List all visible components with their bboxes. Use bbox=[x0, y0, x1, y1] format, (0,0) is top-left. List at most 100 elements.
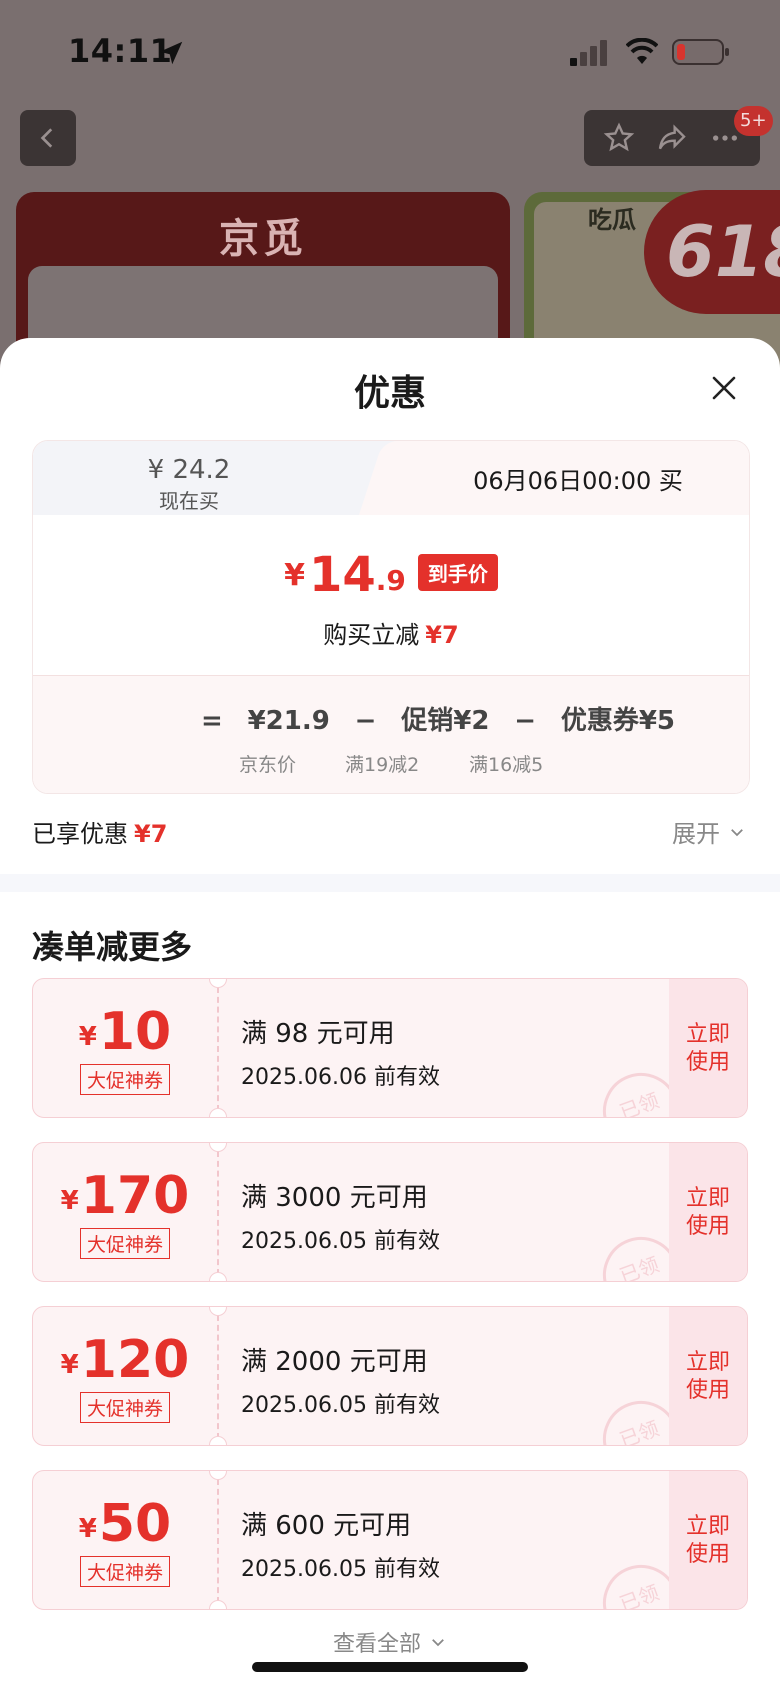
coupon-validity: 2025.06.05 前有效 bbox=[241, 1229, 440, 1254]
coupon-notch bbox=[209, 1108, 227, 1117]
now-label: 现在买 bbox=[159, 489, 219, 513]
coupon-condition: 满 2000 元可用 bbox=[241, 1347, 428, 1377]
coupon-validity: 2025.06.06 前有效 bbox=[241, 1065, 440, 1090]
coupon-card: ¥ 120 大促神券 满 2000 元可用 2025.06.05 前有效 已领 … bbox=[32, 1306, 748, 1446]
jd-price-label: 京东价 bbox=[239, 754, 297, 776]
enjoyed-discount: 已享优惠 ¥7 bbox=[32, 814, 167, 849]
chevron-down-icon bbox=[432, 1639, 444, 1647]
coupon-condition: 满 3000 元可用 bbox=[241, 1183, 428, 1213]
coupon-type: 大促神券 bbox=[79, 1227, 170, 1259]
coupon-amount: ¥ 170 bbox=[61, 1168, 190, 1224]
home-indicator[interactable] bbox=[252, 1662, 528, 1672]
instant-cut-label: 购买立减 bbox=[323, 621, 420, 649]
section-divider bbox=[0, 874, 780, 892]
chevron-down-icon bbox=[731, 828, 743, 836]
brand-logo: 京觅 bbox=[219, 216, 307, 262]
location-arrow-icon bbox=[159, 41, 183, 65]
discount-sheet: 优惠 ¥ 24.2 现在买 06月06日00:00 买 ¥ 14 .9 到手价 … bbox=[0, 338, 780, 1688]
coupon-separator bbox=[217, 1315, 219, 1439]
cellular-signal-icon bbox=[570, 40, 607, 66]
instant-cut-amount: ¥7 bbox=[425, 621, 459, 649]
final-price: ¥ 14 .9 到手价 bbox=[33, 551, 749, 599]
coupon-notch bbox=[209, 1272, 227, 1281]
coupon-card: ¥ 170 大促神券 满 3000 元可用 2025.06.05 前有效 已领 … bbox=[32, 1142, 748, 1282]
coupon-value: ¥ 170 大促神券 bbox=[33, 1143, 217, 1281]
coupon-amount-value: 120 bbox=[80, 1329, 190, 1390]
coupon-yen: ¥ bbox=[78, 1021, 97, 1052]
formula-jd-price: ¥21.9 bbox=[247, 706, 330, 736]
status-bar: 14:11 bbox=[0, 0, 780, 100]
background-page: 14:11 5+ 京觅 吃瓜 61 bbox=[0, 0, 780, 386]
enjoyed-label: 已享优惠 bbox=[32, 820, 128, 848]
future-label: 06月06日00:00 买 bbox=[473, 466, 683, 495]
sheet-title: 优惠 bbox=[353, 373, 426, 414]
back-button[interactable] bbox=[20, 110, 76, 166]
use-now-button[interactable]: 立即使用 bbox=[669, 1143, 747, 1281]
coupon-yen: ¥ bbox=[78, 1513, 97, 1544]
final-price-tag: 到手价 bbox=[417, 554, 498, 591]
expand-label: 展开 bbox=[672, 820, 720, 848]
price-formula: = ¥21.9 − 促销¥2 − 优惠券¥5 京东价 满19减2 满16减5 bbox=[33, 675, 749, 793]
formula-equals: = bbox=[201, 706, 223, 736]
final-price-decimal: .9 bbox=[375, 564, 406, 597]
close-icon[interactable] bbox=[704, 368, 744, 408]
coupon-card: ¥ 10 大促神券 满 98 元可用 2025.06.06 前有效 已领 立即使… bbox=[32, 978, 748, 1118]
coupon-amount-value: 50 bbox=[98, 1493, 172, 1554]
coupon-condition: 满 98 元可用 bbox=[241, 1019, 395, 1049]
coupon-value: ¥ 10 大促神券 bbox=[33, 979, 217, 1117]
formula-coupon: 优惠券¥5 bbox=[560, 706, 675, 736]
promo-label: 满19减2 bbox=[345, 754, 420, 776]
price-card: ¥ 24.2 现在买 06月06日00:00 买 ¥ 14 .9 到手价 购买立… bbox=[32, 440, 750, 794]
coupon-separator bbox=[217, 987, 219, 1111]
use-now-button[interactable]: 立即使用 bbox=[669, 1307, 747, 1445]
coupon-amount: ¥ 50 bbox=[79, 1496, 171, 1552]
coupon-value: ¥ 50 大促神券 bbox=[33, 1471, 217, 1609]
coupon-condition: 满 600 元可用 bbox=[241, 1511, 412, 1541]
share-button[interactable] bbox=[655, 121, 689, 155]
coupon-yen: ¥ bbox=[60, 1185, 79, 1216]
coupon-notch bbox=[209, 1436, 227, 1445]
coupon-amount: ¥ 120 bbox=[61, 1332, 190, 1388]
chevron-left-icon bbox=[40, 128, 53, 148]
coupon-label: 满16减5 bbox=[469, 754, 544, 776]
view-all-label: 查看全部 bbox=[332, 1632, 421, 1657]
formula-row: = ¥21.9 − 促销¥2 − 优惠券¥5 bbox=[201, 700, 675, 737]
wifi-icon bbox=[626, 38, 658, 64]
coupon-type: 大促神券 bbox=[79, 1555, 170, 1587]
use-now-button[interactable]: 立即使用 bbox=[669, 979, 747, 1117]
coupon-amount-value: 10 bbox=[98, 1001, 172, 1062]
coupon-value: ¥ 120 大促神券 bbox=[33, 1307, 217, 1445]
coupon-validity: 2025.06.05 前有效 bbox=[241, 1393, 440, 1418]
star-icon bbox=[603, 122, 634, 152]
coupon-amount: ¥ 10 bbox=[79, 1004, 171, 1060]
message-badge: 5+ bbox=[734, 106, 773, 136]
tab-buy-later[interactable]: 06月06日00:00 买 bbox=[405, 441, 749, 515]
section-title: 凑单减更多 bbox=[32, 928, 193, 966]
share-icon bbox=[658, 124, 686, 150]
instant-cut: 购买立减 ¥7 bbox=[33, 615, 749, 650]
side-card-title: 吃瓜 bbox=[588, 206, 636, 234]
coupon-type: 大促神券 bbox=[79, 1391, 170, 1423]
coupon-validity: 2025.06.05 前有效 bbox=[241, 1557, 440, 1582]
enjoyed-amount: ¥7 bbox=[134, 820, 168, 848]
final-price-yen: ¥ bbox=[284, 558, 305, 593]
battery-icon bbox=[672, 39, 729, 65]
view-all-button[interactable]: 查看全部 bbox=[0, 1626, 780, 1658]
coupon-separator bbox=[217, 1479, 219, 1603]
formula-minus-2: − bbox=[514, 706, 537, 736]
coupon-card: ¥ 50 大促神券 满 600 元可用 2025.06.05 前有效 已领 立即… bbox=[32, 1470, 748, 1610]
now-price: ¥ 24.2 bbox=[147, 455, 231, 485]
coupon-notch bbox=[209, 1600, 227, 1609]
use-now-button[interactable]: 立即使用 bbox=[669, 1471, 747, 1609]
coupon-amount-value: 170 bbox=[80, 1165, 190, 1226]
favorite-button[interactable] bbox=[602, 121, 636, 155]
promo-618-badge[interactable]: 618 bbox=[644, 190, 780, 314]
coupon-yen: ¥ bbox=[60, 1349, 79, 1380]
expand-button[interactable]: 展开 bbox=[672, 814, 746, 849]
tab-buy-now[interactable]: ¥ 24.2 现在买 bbox=[33, 441, 405, 515]
coupon-separator bbox=[217, 1151, 219, 1275]
coupon-type: 大促神券 bbox=[79, 1063, 170, 1095]
final-price-integer: 14 bbox=[308, 547, 376, 603]
formula-promo: 促销¥2 bbox=[401, 706, 490, 736]
formula-minus-1: − bbox=[354, 706, 377, 736]
